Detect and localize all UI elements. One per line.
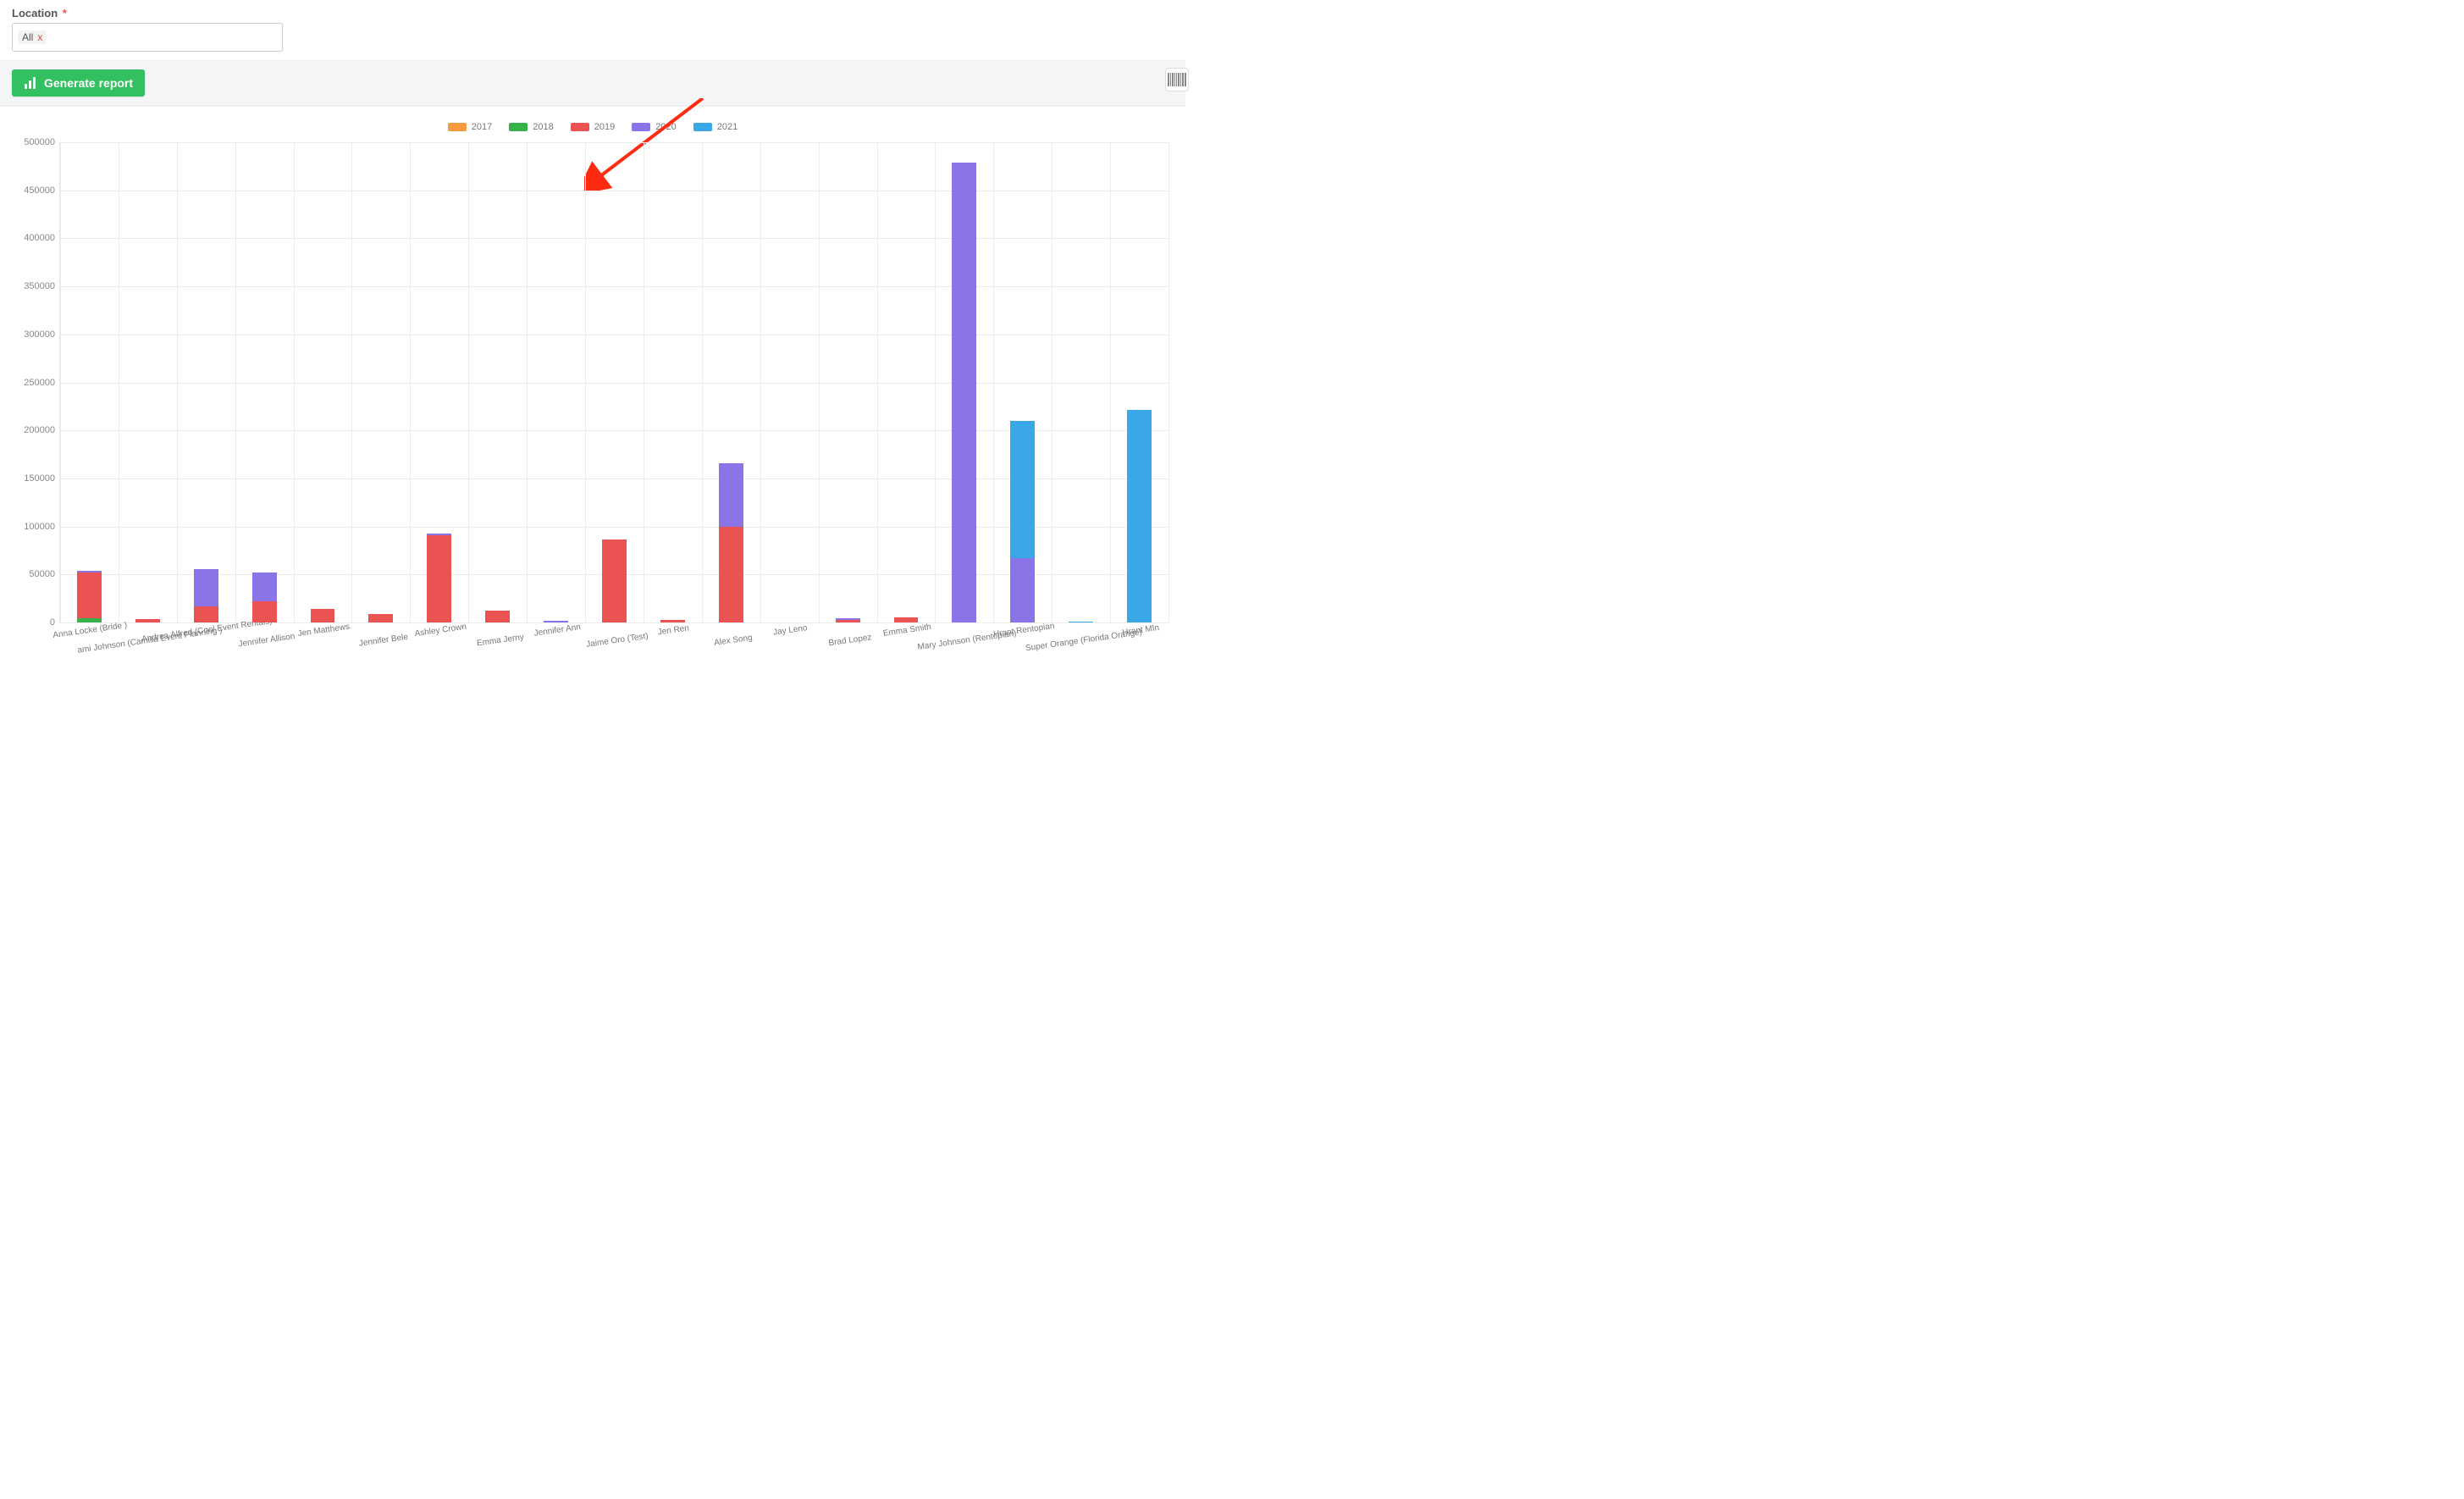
y-tick-label: 400000 (8, 233, 55, 243)
legend-swatch (571, 123, 589, 131)
location-select[interactable]: All x (12, 23, 283, 52)
bar-segment (252, 601, 277, 622)
legend-item[interactable]: 2020 (632, 122, 676, 132)
bar-chart-icon (24, 76, 37, 90)
gridline-horizontal (60, 478, 1168, 479)
bar-segment (719, 463, 743, 527)
gridline-vertical (294, 142, 295, 622)
plot-area: 0500001000001500002000002500003000003500… (59, 142, 1168, 623)
bar-stack[interactable] (77, 571, 102, 622)
legend-label: 2018 (533, 122, 553, 132)
bar-segment (1010, 421, 1035, 558)
gridline-vertical (235, 142, 236, 622)
action-bar: Generate report (0, 60, 1185, 106)
y-tick-label: 450000 (8, 185, 55, 196)
x-tick-label: Brad Lopez (826, 619, 872, 648)
location-label: Location * (12, 7, 1174, 19)
location-label-text: Location (12, 7, 58, 19)
bar-stack[interactable] (1010, 421, 1035, 622)
bar-segment (252, 572, 277, 601)
legend-swatch (693, 123, 712, 131)
bar-stack[interactable] (952, 163, 976, 622)
gridline-horizontal (60, 430, 1168, 431)
x-tick-label: Alex Song (712, 620, 754, 648)
location-tag[interactable]: All x (18, 30, 47, 44)
location-tag-text: All (22, 31, 33, 43)
bar-segment (77, 572, 102, 618)
gridline-horizontal (60, 142, 1168, 143)
bar-stack[interactable] (252, 572, 277, 622)
y-tick-label: 100000 (8, 522, 55, 532)
y-tick-label: 200000 (8, 425, 55, 435)
generate-report-label: Generate report (44, 76, 133, 90)
bar-segment (1127, 410, 1152, 622)
gridline-vertical (410, 142, 411, 622)
bar-segment (194, 606, 218, 622)
bar-segment (194, 569, 218, 606)
gridline-vertical (760, 142, 761, 622)
legend-swatch (509, 123, 528, 131)
legend-item[interactable]: 2018 (509, 122, 553, 132)
chart-legend: 2017 2018 2019 2020 2021 (8, 122, 1177, 132)
chart-container: 20172018201920202021 0500001000001500002… (0, 106, 1185, 659)
gridline-horizontal (60, 527, 1168, 528)
tag-remove-icon[interactable]: x (37, 31, 42, 43)
gridline-vertical (351, 142, 352, 622)
gridline-horizontal (60, 238, 1168, 239)
bar-segment (719, 527, 743, 622)
legend-label: 2019 (594, 122, 615, 132)
gridline-vertical (702, 142, 703, 622)
bar-stack[interactable] (427, 534, 451, 622)
barcode-button[interactable] (1165, 68, 1189, 91)
gridline-vertical (1110, 142, 1111, 622)
bar-stack[interactable] (1127, 410, 1152, 622)
bar-segment (952, 163, 976, 622)
gridline-vertical (177, 142, 178, 622)
chart-canvas: 20172018201920202021 0500001000001500002… (8, 117, 1177, 659)
legend-item[interactable]: 2019 (571, 122, 615, 132)
legend-item[interactable]: 2017 (448, 122, 492, 132)
gridline-vertical (527, 142, 528, 622)
legend-label: 2020 (655, 122, 676, 132)
gridline-vertical (993, 142, 994, 622)
y-tick-label: 350000 (8, 281, 55, 291)
y-tick-label: 250000 (8, 378, 55, 388)
gridline-vertical (585, 142, 586, 622)
legend-label: 2017 (472, 122, 492, 132)
y-tick-label: 150000 (8, 473, 55, 484)
legend-item[interactable]: 2021 (693, 122, 738, 132)
bar-stack[interactable] (602, 539, 627, 622)
filter-panel: Location * All x (0, 0, 1185, 60)
legend-swatch (632, 123, 650, 131)
gridline-vertical (60, 142, 61, 622)
bar-segment (427, 535, 451, 622)
barcode-icon (1168, 73, 1186, 86)
bar-segment (602, 539, 627, 622)
y-tick-label: 500000 (8, 137, 55, 147)
gridline-vertical (819, 142, 820, 622)
gridline-vertical (468, 142, 469, 622)
y-tick-label: 300000 (8, 329, 55, 340)
gridline-horizontal (60, 383, 1168, 384)
y-tick-label: 50000 (8, 569, 55, 579)
x-tick-label: Jennifer Bele (356, 619, 409, 649)
gridline-vertical (1168, 142, 1169, 622)
required-marker: * (63, 7, 67, 19)
gridline-horizontal (60, 286, 1168, 287)
bar-stack[interactable] (719, 463, 743, 622)
gridline-vertical (877, 142, 878, 622)
generate-report-button[interactable]: Generate report (12, 69, 145, 97)
legend-swatch (448, 123, 467, 131)
gridline-vertical (935, 142, 936, 622)
legend-label: 2021 (717, 122, 738, 132)
y-tick-label: 0 (8, 617, 55, 628)
x-tick-label: Emma Jerny (474, 619, 524, 649)
bar-stack[interactable] (194, 569, 218, 622)
bar-segment (1010, 558, 1035, 622)
